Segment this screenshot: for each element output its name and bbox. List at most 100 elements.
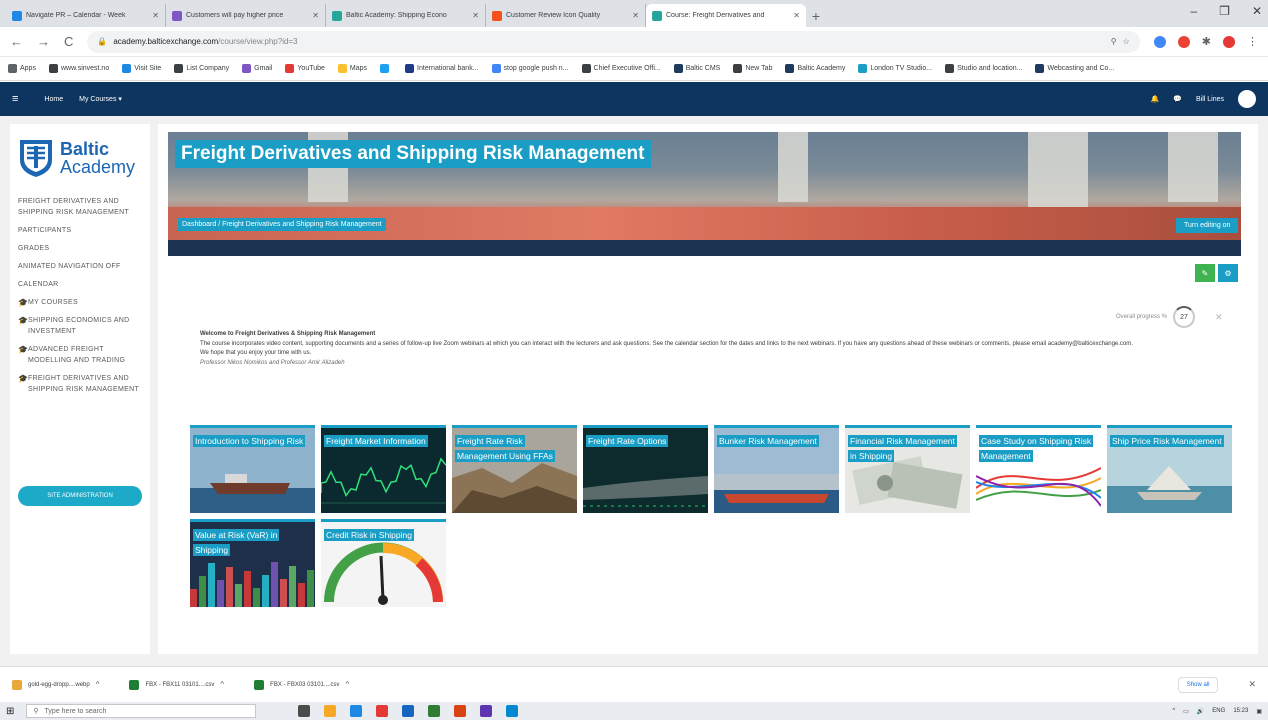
restore-icon[interactable]: ❐ bbox=[1219, 4, 1230, 18]
close-window-icon[interactable]: ✕ bbox=[1252, 4, 1262, 18]
taskbar-search-box[interactable]: ⚲ Type here to search bbox=[26, 704, 257, 718]
language-indicator[interactable]: ENG bbox=[1212, 708, 1225, 714]
network-icon[interactable]: ▭ bbox=[1183, 708, 1189, 715]
reload-icon[interactable]: C bbox=[64, 34, 73, 49]
edge-icon[interactable] bbox=[506, 705, 519, 717]
task-view-icon[interactable] bbox=[298, 705, 311, 717]
course-tile[interactable]: Bunker Risk Management bbox=[714, 425, 839, 513]
close-icon[interactable]: ✕ bbox=[1215, 312, 1223, 323]
tray-chevron-icon[interactable]: ^ bbox=[1172, 708, 1175, 714]
chevron-up-icon[interactable]: ^ bbox=[220, 680, 224, 689]
hamburger-menu-icon[interactable]: ≡ bbox=[12, 93, 18, 105]
browser-tab[interactable]: Customers will pay higher price ✕ bbox=[166, 4, 326, 27]
bookmark-item[interactable]: YouTube bbox=[285, 64, 325, 73]
bookmark-item[interactable]: Chief Executive Offi... bbox=[581, 64, 661, 73]
download-item[interactable]: gold-egg-dropp....webp ^ bbox=[12, 679, 100, 690]
bookmark-star-icon[interactable]: ☆ bbox=[1123, 37, 1130, 46]
course-tile[interactable]: Case Study on Shipping Risk Management bbox=[976, 425, 1101, 513]
sidebar-item[interactable]: ANIMATED NAVIGATION OFF bbox=[18, 261, 146, 272]
sidebar-item[interactable]: 🎓 FREIGHT DERIVATIVES AND SHIPPING RISK M… bbox=[18, 373, 146, 395]
close-tab-icon[interactable]: ✕ bbox=[152, 11, 159, 20]
extension-icon[interactable] bbox=[1153, 35, 1166, 48]
nav-my-courses-dropdown[interactable]: My Courses ▾ bbox=[79, 95, 122, 103]
notifications-bell-icon[interactable]: 🔔 bbox=[1151, 95, 1160, 103]
sidebar-item[interactable]: FREIGHT DERIVATIVES AND SHIPPING RISK MA… bbox=[18, 196, 146, 218]
course-tile[interactable]: Introduction to Shipping Risk bbox=[190, 425, 315, 513]
sidebar-item[interactable]: 🎓 MY COURSES bbox=[18, 297, 146, 308]
close-downloads-icon[interactable]: ✕ bbox=[1248, 679, 1256, 690]
excel-icon[interactable] bbox=[428, 705, 441, 717]
address-bar[interactable]: 🔒 academy.balticexchange.com/course/view… bbox=[87, 30, 1140, 53]
bookmark-item[interactable]: Baltic CMS bbox=[673, 64, 720, 73]
breadcrumb[interactable]: Dashboard / Freight Derivatives and Ship… bbox=[178, 218, 386, 231]
file-explorer-icon[interactable] bbox=[324, 705, 337, 717]
messages-icon[interactable]: 💬 bbox=[1173, 95, 1182, 103]
course-tile[interactable]: Freight Rate Risk Management Using FFAs bbox=[452, 425, 577, 513]
bookmark-item[interactable]: Studio and location... bbox=[945, 64, 1022, 73]
menu-dots-icon[interactable]: ⋮ bbox=[1247, 35, 1258, 48]
course-tile[interactable]: Credit Risk in Shipping bbox=[321, 519, 446, 607]
bookmark-item[interactable]: List Company bbox=[174, 64, 229, 73]
bookmark-item[interactable]: New Tab bbox=[733, 64, 772, 73]
site-administration-button[interactable]: SITE ADMINISTRATION bbox=[18, 486, 142, 506]
sidebar-item[interactable]: 🎓 ADVANCED FREIGHT MODELLING AND TRADING bbox=[18, 344, 146, 366]
windows-start-icon[interactable]: ⊞ bbox=[6, 706, 14, 717]
bookmark-item[interactable] bbox=[380, 64, 392, 73]
outlook-icon[interactable] bbox=[350, 705, 363, 717]
forward-icon[interactable]: → bbox=[37, 34, 50, 49]
word-icon[interactable] bbox=[402, 705, 415, 717]
bookmark-item[interactable]: Gmail bbox=[242, 64, 272, 73]
course-tile[interactable]: Freight Market Information bbox=[321, 425, 446, 513]
bookmark-item[interactable]: Webcasting and Co... bbox=[1035, 64, 1114, 73]
bookmark-item[interactable]: Baltic Academy bbox=[785, 64, 845, 73]
bookmark-item[interactable]: Apps bbox=[8, 64, 36, 73]
download-item[interactable]: FBX - FBX03 03101....csv ^ bbox=[254, 679, 350, 690]
browser-tab[interactable]: Course: Freight Derivatives and ✕ bbox=[646, 4, 806, 27]
sidebar-item[interactable]: CALENDAR bbox=[18, 279, 146, 290]
baltic-academy-logo[interactable]: Baltic Academy bbox=[18, 138, 135, 178]
close-tab-icon[interactable]: ✕ bbox=[472, 11, 479, 20]
close-tab-icon[interactable]: ✕ bbox=[632, 11, 639, 20]
zoom-icon[interactable]: ⚲ bbox=[1111, 37, 1117, 46]
turn-editing-on-button[interactable]: Turn editing on bbox=[1176, 218, 1239, 233]
close-tab-icon[interactable]: ✕ bbox=[312, 11, 319, 20]
course-tile[interactable]: Value at Risk (VaR) in Shipping bbox=[190, 519, 315, 607]
teams-icon[interactable] bbox=[480, 705, 493, 717]
bookmark-item[interactable]: stop google push n... bbox=[491, 64, 569, 73]
browser-tab[interactable]: Navigate PR – Calendar - Week ✕ bbox=[6, 4, 166, 27]
chrome-icon[interactable] bbox=[376, 705, 389, 717]
bookmark-item[interactable]: Visit Site bbox=[122, 64, 161, 73]
sidebar-item[interactable]: 🎓 SHIPPING ECONOMICS AND INVESTMENT bbox=[18, 315, 146, 337]
browser-tab[interactable]: Customer Review Icon Quality ✕ bbox=[486, 4, 646, 27]
back-icon[interactable]: ← bbox=[10, 34, 23, 49]
chevron-up-icon[interactable]: ^ bbox=[96, 680, 100, 689]
chevron-up-icon[interactable]: ^ bbox=[346, 680, 350, 689]
clock[interactable]: 15:23 bbox=[1233, 708, 1248, 714]
close-tab-icon[interactable]: ✕ bbox=[793, 11, 800, 20]
sidebar-item[interactable]: GRADES bbox=[18, 243, 146, 254]
show-all-downloads-button[interactable]: Show all bbox=[1177, 676, 1219, 693]
course-tile[interactable]: Ship Price Risk Management bbox=[1107, 425, 1232, 513]
new-tab-button[interactable]: + bbox=[806, 4, 826, 27]
nav-home-link[interactable]: Home bbox=[44, 96, 63, 103]
course-tile[interactable]: Freight Rate Options bbox=[583, 425, 708, 513]
bookmark-item[interactable]: Maps bbox=[337, 64, 367, 73]
extensions-puzzle-icon[interactable]: ✱ bbox=[1202, 35, 1211, 48]
notification-center-icon[interactable]: ▣ bbox=[1256, 708, 1262, 715]
bookmark-item[interactable]: London TV Studio... bbox=[858, 64, 932, 73]
volume-icon[interactable]: 🔊 bbox=[1197, 708, 1204, 715]
browser-tab[interactable]: Baltic Academy: Shipping Econo ✕ bbox=[326, 4, 486, 27]
course-tile[interactable]: Financial Risk Management in Shipping bbox=[845, 425, 970, 513]
download-item[interactable]: FBX - FBX11 03101....csv ^ bbox=[129, 679, 224, 690]
settings-gear-icon[interactable]: ⚙ bbox=[1218, 264, 1238, 282]
sidebar-item[interactable]: PARTICIPANTS bbox=[18, 225, 146, 236]
bookmark-item[interactable]: www.sinvest.no bbox=[48, 64, 109, 73]
avatar[interactable] bbox=[1238, 90, 1256, 108]
minimize-icon[interactable]: – bbox=[1190, 4, 1197, 18]
bookmark-item[interactable]: International bank... bbox=[405, 64, 479, 73]
extension-icon[interactable] bbox=[1177, 35, 1190, 48]
user-name[interactable]: Bill Lines bbox=[1196, 96, 1224, 103]
edit-icon[interactable]: ✎ bbox=[1195, 264, 1215, 282]
profile-icon[interactable] bbox=[1223, 35, 1235, 48]
powerpoint-icon[interactable] bbox=[454, 705, 467, 717]
